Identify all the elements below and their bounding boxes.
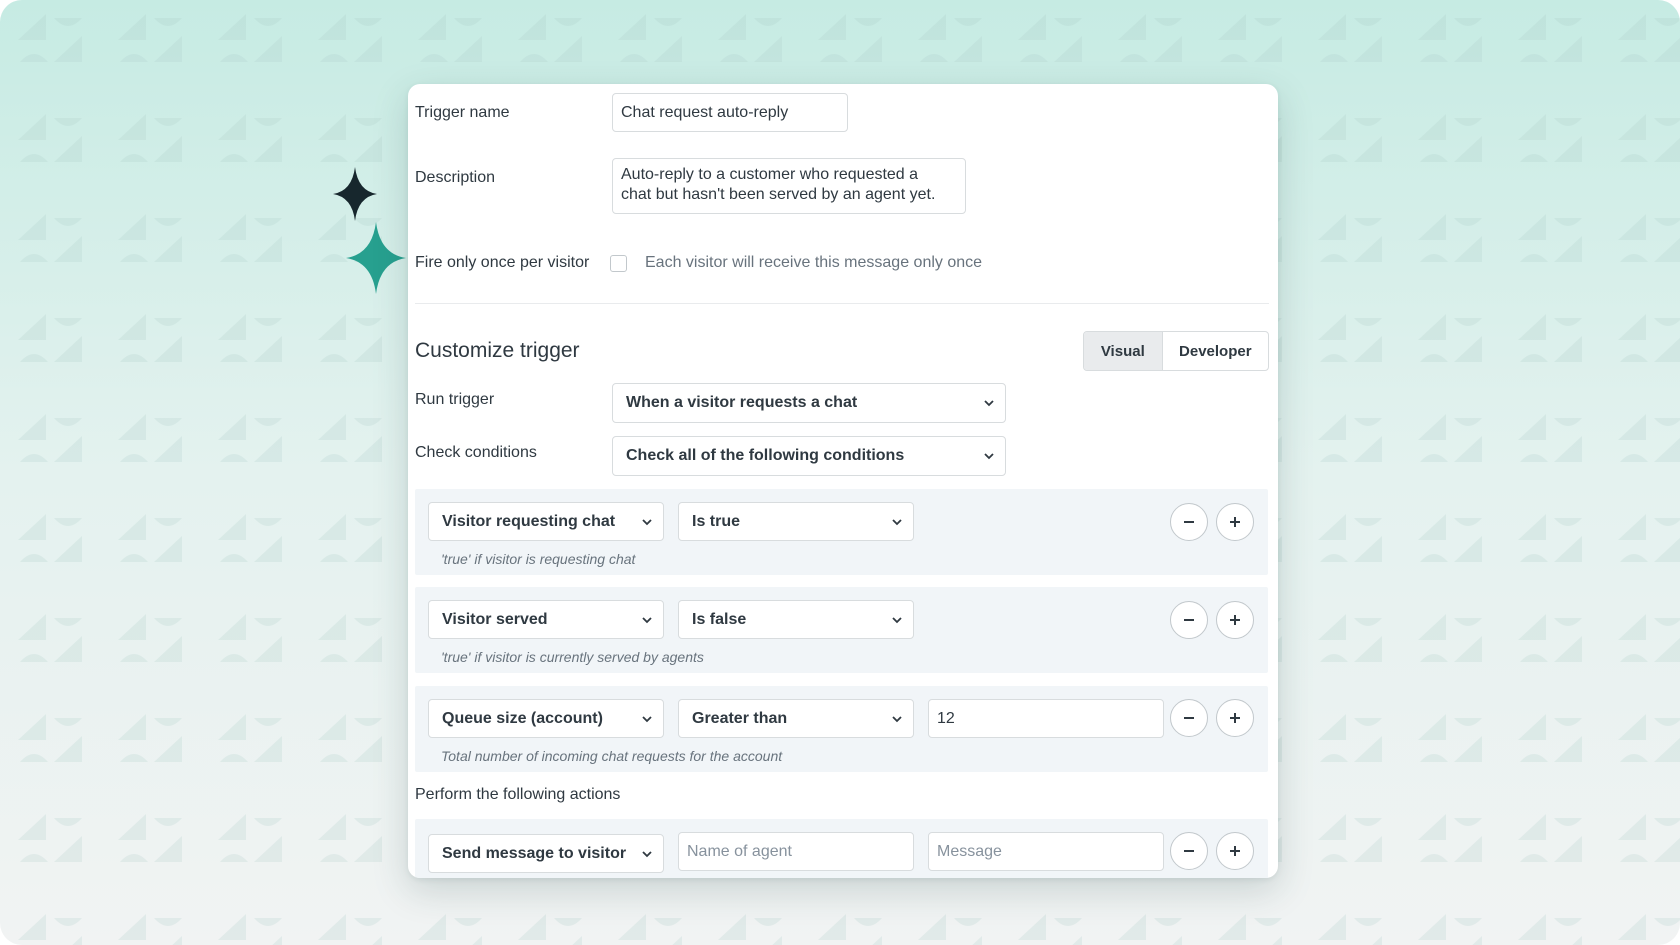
condition-operator-select[interactable]: Greater than [678,699,914,738]
description-label: Description [415,169,496,186]
condition-operator-select[interactable]: Is false [678,600,914,639]
action-row: Send message to visitor Name of agent Me… [415,819,1268,878]
description-line: chat but hasn't been served by an agent … [621,186,936,203]
plus-icon [1230,615,1240,625]
condition-operator-value: Is true [692,512,741,530]
condition-row: Queue size (account) Greater than 12 Tot… [415,686,1268,772]
description-textarea[interactable]: Auto-reply to a customer who requested a… [612,158,966,214]
remove-condition-button[interactable] [1170,503,1208,541]
check-conditions-label: Check conditions [415,444,537,461]
chevron-down-icon [642,850,652,857]
condition-field-value: Visitor served [442,610,548,628]
condition-row: Visitor requesting chat Is true 'true' i… [415,489,1268,575]
trigger-editor-card: Trigger name Chat request auto-reply Des… [408,84,1278,878]
chevron-down-icon [642,518,652,525]
fire-once-hint: Each visitor will receive this message o… [645,254,983,271]
actions-label: Perform the following actions [415,786,621,803]
check-conditions-select[interactable]: Check all of the following conditions [612,436,1006,476]
action-type-value: Send message to visitor [442,844,627,862]
chevron-down-icon [892,715,902,722]
condition-field-select[interactable]: Queue size (account) [428,699,664,738]
chevron-down-icon [642,715,652,722]
condition-hint: 'true' if visitor is currently served by… [441,649,704,665]
trigger-name-input[interactable]: Chat request auto-reply [612,93,848,132]
minus-icon [1184,619,1194,621]
run-trigger-label: Run trigger [415,391,495,408]
run-trigger-value: When a visitor requests a chat [626,394,858,411]
fire-once-label: Fire only once per visitor [415,254,590,271]
condition-operator-value: Is false [692,610,747,628]
remove-condition-button[interactable] [1170,601,1208,639]
plus-icon [1230,846,1240,856]
section-divider [415,303,1269,304]
remove-condition-button[interactable] [1170,699,1208,737]
run-trigger-select[interactable]: When a visitor requests a chat [612,383,1006,423]
action-type-select[interactable]: Send message to visitor [428,834,664,873]
condition-hint: Total number of incoming chat requests f… [441,748,783,764]
minus-icon [1184,850,1194,852]
add-condition-button[interactable] [1216,699,1254,737]
minus-icon [1184,717,1194,719]
remove-action-button[interactable] [1170,832,1208,870]
mode-toggle: Visual Developer [1083,331,1269,371]
sparkle-dark-icon [333,167,377,221]
visual-mode-button[interactable]: Visual [1084,332,1162,370]
condition-field-select[interactable]: Visitor requesting chat [428,502,664,541]
condition-row: Visitor served Is false 'true' if visito… [415,587,1268,673]
sparkle-large-teal-icon [346,222,406,294]
chevron-down-icon [984,453,994,460]
condition-operator-value: Greater than [692,709,788,727]
check-conditions-value: Check all of the following conditions [626,447,905,464]
condition-hint: 'true' if visitor is requesting chat [441,551,636,567]
add-condition-button[interactable] [1216,601,1254,639]
developer-mode-button[interactable]: Developer [1161,332,1268,370]
add-action-button[interactable] [1216,832,1254,870]
customize-trigger-title: Customize trigger [415,339,580,362]
agent-name-input[interactable]: Name of agent [678,832,914,871]
add-condition-button[interactable] [1216,503,1254,541]
condition-field-select[interactable]: Visitor served [428,600,664,639]
plus-icon [1230,713,1240,723]
chevron-down-icon [892,518,902,525]
chevron-down-icon [892,616,902,623]
plus-icon [1230,517,1240,527]
fire-once-checkbox[interactable] [610,255,627,272]
condition-field-value: Queue size (account) [442,709,603,727]
condition-value-input[interactable]: 12 [928,699,1164,738]
trigger-name-label: Trigger name [415,104,510,121]
condition-field-value: Visitor requesting chat [442,512,616,530]
message-input[interactable]: Message [928,832,1164,871]
chevron-down-icon [984,400,994,407]
description-line: Auto-reply to a customer who requested a [621,166,919,183]
chevron-down-icon [642,616,652,623]
condition-operator-select[interactable]: Is true [678,502,914,541]
minus-icon [1184,521,1194,523]
